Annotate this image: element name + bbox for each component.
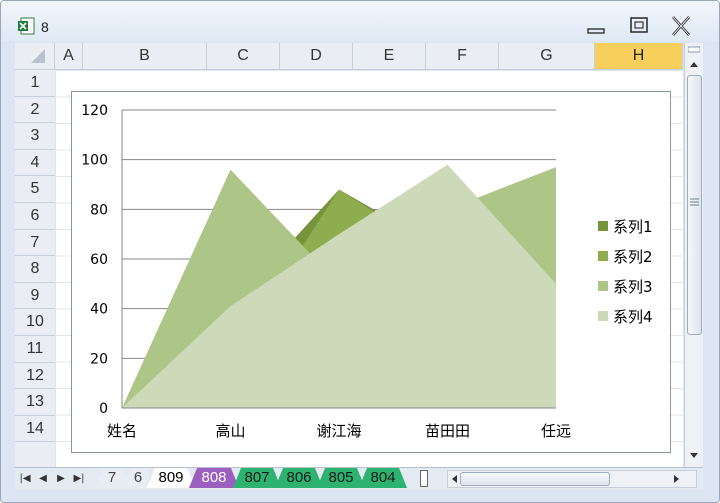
row-header-10[interactable]: 10 [15,309,55,336]
vertical-scroll-thumb[interactable] [687,75,702,335]
y-tick-label: 120 [81,103,108,119]
horizontal-scroll-thumb[interactable] [460,472,610,486]
legend-label: 系列4 [613,308,653,326]
x-tick-label: 姓名 [107,422,137,440]
legend-label: 系列1 [613,218,653,236]
title-bar: 8 [1,1,719,41]
next-sheet-icon[interactable]: ▶ [55,472,67,486]
tab-split-handle[interactable] [420,470,428,487]
restore-button[interactable] [626,15,652,37]
row-header-3[interactable]: 3 [15,123,55,150]
y-tick-label: 80 [90,202,108,218]
column-header-d[interactable]: D [280,43,353,69]
legend-swatch [598,221,608,231]
y-tick-label: 0 [99,401,108,417]
y-tick-label: 40 [90,302,108,318]
first-sheet-icon[interactable]: |◀ [19,472,31,486]
row-header-4[interactable]: 4 [15,150,55,177]
scroll-up-icon[interactable] [688,59,700,69]
prev-sheet-icon[interactable]: ◀ [37,472,49,486]
row-header-6[interactable]: 6 [15,203,55,230]
y-tick-label: 100 [81,153,108,169]
excel-icon [18,17,35,35]
column-header-h[interactable]: H [595,43,683,69]
horizontal-scrollbar[interactable] [447,470,697,488]
x-tick-label: 苗田田 [425,422,470,440]
row-header-2[interactable]: 2 [15,97,55,124]
row-header-11[interactable]: 11 [15,336,55,363]
sheet-tab-804[interactable]: 804 [359,468,407,488]
column-header-b[interactable]: B [83,43,207,69]
close-button[interactable] [668,15,694,37]
column-header-f[interactable]: F [426,43,499,69]
column-header-c[interactable]: C [207,43,280,69]
minimize-button[interactable] [583,15,609,37]
sheet-tab-809[interactable]: 809 [147,468,195,488]
window-title: 8 [41,19,49,35]
scroll-left-icon[interactable] [449,474,459,484]
x-tick-label: 谢江海 [316,422,361,440]
chart-plot: 0 20 40 60 80 100 120 姓名 高山 谢江海 苗田田 任远 系列1 系列2 系列3 系列4 [81,103,653,440]
legend-swatch [598,251,608,261]
row-header-8[interactable]: 8 [15,256,55,283]
row-header-13[interactable]: 13 [15,389,55,416]
column-header-g[interactable]: G [499,43,595,69]
area-chart[interactable]: 0 20 40 60 80 100 120 姓名 高山 谢江海 苗田田 任远 系列1 系列2 系列3 系列4 [71,91,671,453]
sheet-tab-807[interactable]: 807 [233,468,281,488]
split-handle-icon[interactable] [688,45,700,55]
legend-swatch [598,281,608,291]
grip-icon [690,198,699,206]
sheet-tab-805[interactable]: 805 [317,468,365,488]
row-header-9[interactable]: 9 [15,283,55,310]
row-header-7[interactable]: 7 [15,230,55,257]
row-header-5[interactable]: 5 [15,176,55,203]
y-tick-label: 60 [90,252,108,268]
column-headers: ABCDEFGH [15,43,683,70]
legend-label: 系列2 [613,248,653,266]
legend-swatch [598,311,608,321]
row-header-12[interactable]: 12 [15,363,55,390]
row-header-14[interactable]: 14 [15,416,55,443]
sheet-tab-808[interactable]: 808 [189,468,239,488]
x-tick-label: 任远 [541,422,571,440]
last-sheet-icon[interactable]: ▶| [73,472,85,486]
column-header-e[interactable]: E [353,43,426,69]
sheet-tab-7[interactable]: 7 [95,468,129,488]
vertical-scrollbar[interactable] [684,43,703,469]
legend-label: 系列3 [613,278,653,296]
sheet-tab-bar: |◀ ◀ ▶ ▶| 7 6 809 808 807 806 805 804 [15,467,703,490]
row-header-1[interactable]: 1 [15,70,55,97]
y-tick-label: 20 [90,351,108,367]
sheet-tab-806[interactable]: 806 [275,468,323,488]
row-headers: 1 2 3 4 5 6 7 8 9 10 11 12 13 14 [15,70,55,469]
x-tick-label: 高山 [215,422,245,440]
scroll-down-icon[interactable] [688,451,700,461]
column-header-a[interactable]: A [55,43,83,69]
select-all-corner[interactable] [15,43,55,69]
excel-window: 8 ABCDEFGH 1 2 3 4 5 6 7 8 9 10 11 12 13 14 0 20 40 60 80… [0,0,720,503]
select-all-triangle-icon [31,49,45,63]
scroll-right-icon[interactable] [672,474,682,484]
